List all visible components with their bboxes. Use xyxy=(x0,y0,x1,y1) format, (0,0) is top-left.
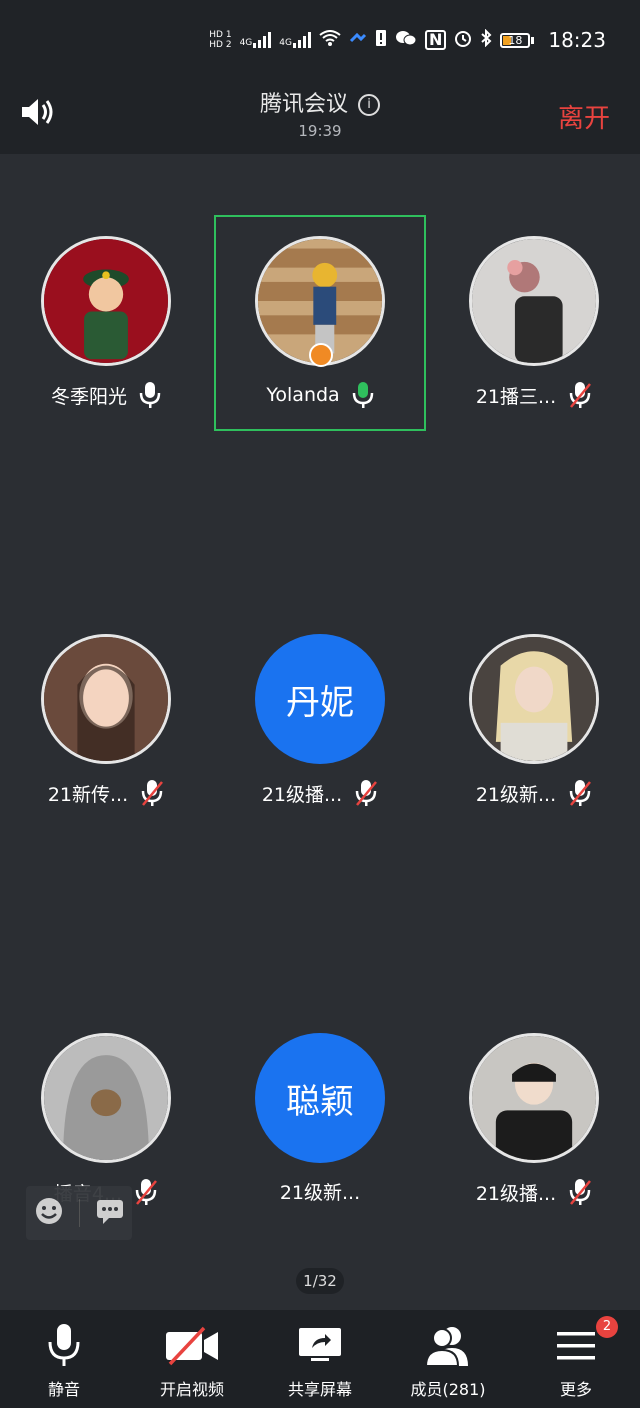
notification-icon xyxy=(375,29,387,51)
mic-muted-icon xyxy=(568,381,592,409)
mic-icon xyxy=(139,381,161,409)
participant-name-row: 21新传... xyxy=(0,779,212,807)
avatar xyxy=(41,1033,171,1163)
participant-tile[interactable]: 21新传... xyxy=(0,613,212,829)
participant-name-row: 21级新... xyxy=(428,779,640,807)
chat-icon[interactable] xyxy=(95,1196,125,1230)
host-badge-icon xyxy=(309,343,333,367)
meeting-duration: 19:39 xyxy=(298,122,342,140)
share-screen-icon xyxy=(297,1320,343,1372)
participant-name-row: Yolanda xyxy=(214,381,426,409)
avatar xyxy=(469,1033,599,1163)
mic-muted-icon xyxy=(568,779,592,807)
mic-muted-icon xyxy=(354,779,378,807)
mic-active-icon xyxy=(352,381,374,409)
mute-button[interactable]: 静音 xyxy=(0,1310,128,1408)
participant-name-row: 21级播... xyxy=(214,779,426,807)
nfc-icon: N xyxy=(424,30,447,50)
members-icon xyxy=(422,1320,474,1372)
participant-name-row: 21级播... xyxy=(428,1178,640,1206)
microphone-icon xyxy=(47,1320,81,1372)
participant-name-row: 21级新... xyxy=(279,1182,361,1204)
mic-muted-icon xyxy=(568,1178,592,1206)
cell-signal-icon-2: 4G xyxy=(279,32,311,48)
avatar: 丹妮 xyxy=(255,634,385,764)
clock: 18:23 xyxy=(548,28,606,52)
mic-muted-icon xyxy=(140,779,164,807)
bluetooth-icon xyxy=(480,28,492,51)
members-button[interactable]: 成员(281) xyxy=(384,1310,512,1408)
emoji-icon[interactable] xyxy=(34,1196,64,1230)
video-off-icon xyxy=(164,1320,220,1372)
participant-tile[interactable]: 21级新... xyxy=(428,613,640,829)
participant-tile[interactable]: 21播三... xyxy=(428,215,640,431)
participant-name-row: 21播三... xyxy=(428,381,640,409)
data-arrow-icon xyxy=(349,31,367,49)
page-indicator: 1/32 xyxy=(296,1268,344,1294)
wechat-icon xyxy=(395,29,417,51)
alarm-icon xyxy=(454,29,472,51)
avatar xyxy=(469,236,599,366)
participant-tile[interactable]: 丹妮 21级播... xyxy=(214,613,426,829)
start-video-button[interactable]: 开启视频 xyxy=(128,1310,256,1408)
status-bar: HD 1 HD 2 4G 4G N 18 18:23 xyxy=(0,0,640,80)
share-screen-button[interactable]: 共享屏幕 xyxy=(256,1310,384,1408)
more-menu-icon xyxy=(555,1320,597,1372)
avatar xyxy=(41,236,171,366)
hd-signal-icon: HD 1 HD 2 xyxy=(209,30,232,50)
meeting-header: 腾讯会议 i 19:39 离开 xyxy=(0,80,640,154)
avatar: 聪颖 xyxy=(255,1033,385,1163)
battery-icon: 18 xyxy=(500,32,535,48)
participant-tile[interactable]: 聪颖 21级新... xyxy=(214,1012,426,1228)
cell-signal-icon-1: 4G xyxy=(240,32,272,48)
more-button[interactable]: 2 更多 xyxy=(512,1310,640,1408)
more-badge: 2 xyxy=(596,1316,618,1338)
meeting-toolbar: 静音 开启视频 共享屏幕 成员(281) 2 更多 xyxy=(0,1310,640,1408)
divider xyxy=(78,1199,80,1227)
wifi-icon xyxy=(319,30,341,50)
reaction-chat-bar xyxy=(26,1186,132,1240)
avatar xyxy=(469,634,599,764)
leave-button[interactable]: 离开 xyxy=(558,98,610,135)
mic-muted-icon xyxy=(134,1178,158,1206)
participant-tile[interactable]: 21级播... xyxy=(428,1012,640,1228)
participant-tile[interactable]: 冬季阳光 xyxy=(0,215,212,431)
meeting-title[interactable]: 腾讯会议 i xyxy=(0,86,640,118)
avatar xyxy=(41,634,171,764)
participant-tile[interactable]: Yolanda xyxy=(214,215,426,431)
info-icon[interactable]: i xyxy=(358,94,380,116)
participant-name-row: 冬季阳光 xyxy=(0,381,212,409)
